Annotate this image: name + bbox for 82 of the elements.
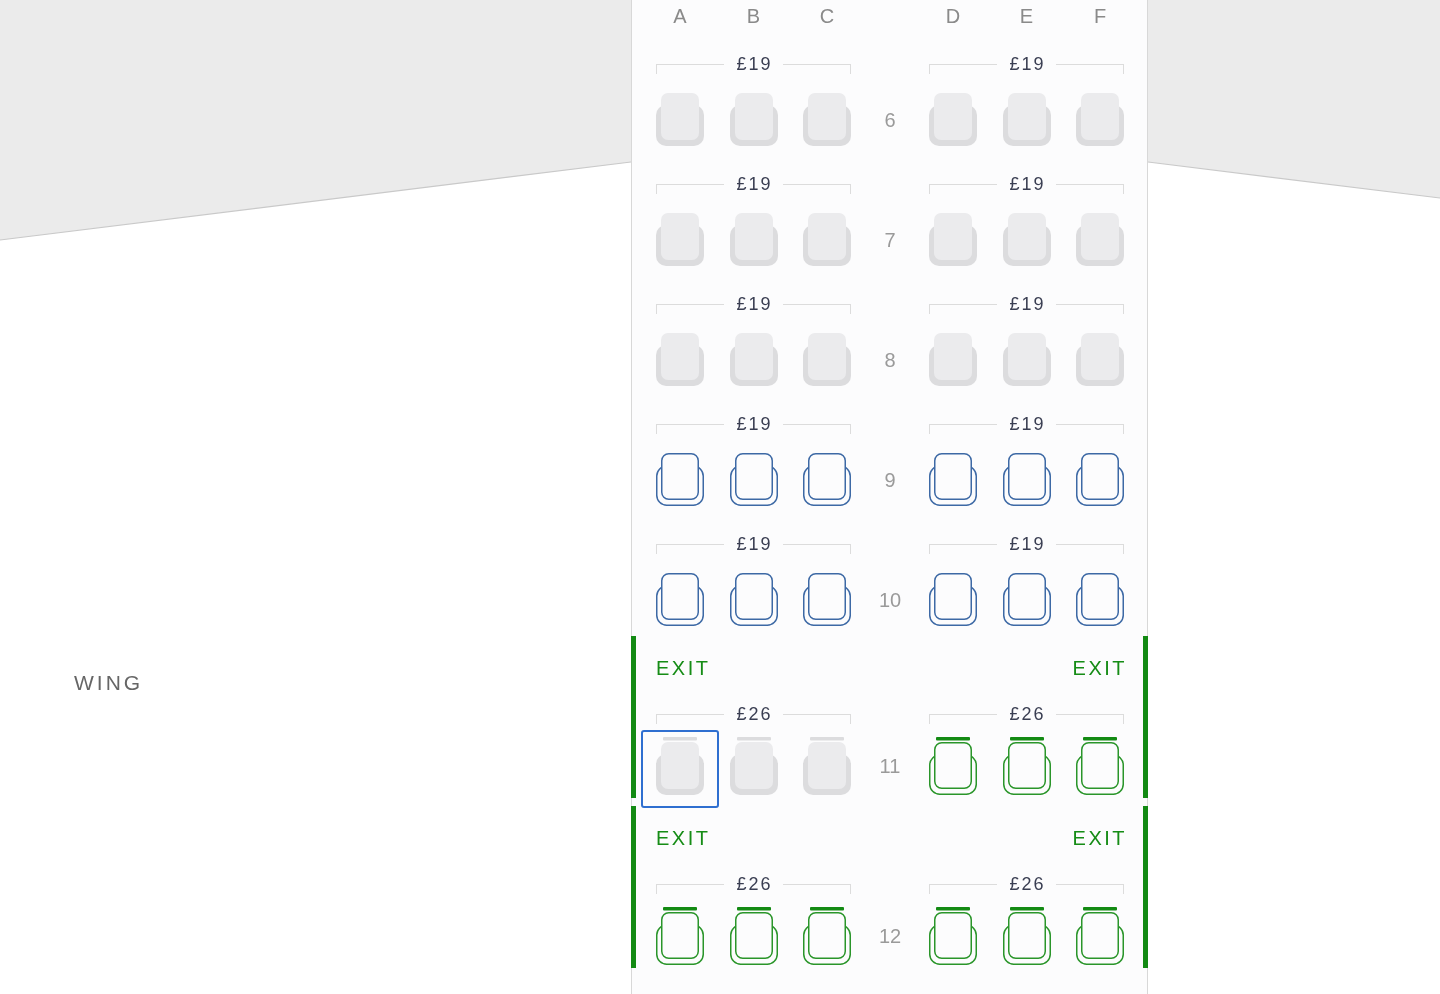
- seat-button[interactable]: [729, 573, 778, 626]
- row-number: 12: [878, 924, 902, 948]
- bracket-line: [929, 64, 998, 74]
- wing-label: WING: [74, 671, 144, 695]
- seat-button[interactable]: [803, 907, 851, 965]
- seat-button[interactable]: [1076, 737, 1124, 795]
- bracket-line: [1055, 424, 1124, 434]
- price-label: £26: [1008, 874, 1047, 894]
- seat-button[interactable]: [656, 907, 704, 965]
- bracket-line: [656, 304, 725, 314]
- row-number: 6: [884, 107, 896, 132]
- seat-button[interactable]: [1076, 453, 1124, 506]
- price-label: £26: [735, 704, 774, 724]
- price-label: £19: [735, 54, 774, 74]
- price-label: £19: [1008, 414, 1047, 434]
- row-number: 9: [884, 467, 896, 492]
- column-letter: C: [818, 4, 836, 29]
- price-label: £19: [1008, 534, 1047, 554]
- price-label: £19: [735, 534, 774, 554]
- price-label: £19: [735, 174, 774, 194]
- seat-button[interactable]: [929, 737, 977, 795]
- column-letter: B: [745, 4, 762, 29]
- seat-button[interactable]: [929, 907, 977, 965]
- bracket-line: [782, 64, 851, 74]
- price-label: £26: [735, 874, 774, 894]
- bracket-line: [656, 424, 725, 434]
- column-letter: F: [1092, 4, 1108, 29]
- bracket-line: [929, 304, 998, 314]
- row-number: 10: [878, 587, 902, 612]
- bracket-line: [929, 184, 998, 194]
- row-number: 8: [884, 347, 896, 372]
- bracket-line: [656, 884, 725, 894]
- bracket-line: [656, 714, 725, 724]
- seat-button[interactable]: [1076, 907, 1124, 965]
- price-label: £19: [1008, 54, 1047, 74]
- bracket-line: [656, 184, 725, 194]
- seat-button[interactable]: [929, 573, 977, 626]
- exit-label: EXIT: [656, 658, 711, 678]
- bracket-line: [1055, 714, 1124, 724]
- bracket-line: [782, 304, 851, 314]
- price-label: £19: [735, 414, 774, 434]
- bracket-line: [782, 544, 851, 554]
- bracket-line: [656, 64, 725, 74]
- exit-label: EXIT: [1072, 658, 1127, 678]
- price-label: £19: [735, 294, 774, 314]
- price-label: £19: [1008, 174, 1047, 194]
- price-label: £19: [1008, 294, 1047, 314]
- seat-button[interactable]: [729, 907, 778, 965]
- bracket-line: [929, 884, 998, 894]
- column-letter: E: [1018, 4, 1035, 29]
- bracket-line: [782, 424, 851, 434]
- seat-button[interactable]: [803, 453, 851, 506]
- column-letter: D: [944, 4, 962, 29]
- seat-button[interactable]: [929, 453, 977, 506]
- bracket-line: [782, 184, 851, 194]
- bracket-line: [782, 714, 851, 724]
- bracket-line: [782, 884, 851, 894]
- bracket-line: [1055, 544, 1124, 554]
- bracket-line: [1055, 304, 1124, 314]
- seat-button[interactable]: [656, 453, 704, 506]
- bracket-line: [929, 544, 998, 554]
- exit-label: EXIT: [1072, 828, 1127, 848]
- seat-button[interactable]: [1002, 453, 1051, 506]
- bracket-line: [929, 424, 998, 434]
- seat-button[interactable]: [729, 453, 778, 506]
- seat-button[interactable]: [1076, 573, 1124, 626]
- bracket-line: [1055, 884, 1124, 894]
- exit-label: EXIT: [656, 828, 711, 848]
- row-number: 11: [879, 754, 901, 778]
- row-number: 7: [884, 227, 896, 252]
- bracket-line: [929, 714, 998, 724]
- bracket-line: [1055, 64, 1124, 74]
- column-letter: A: [672, 4, 688, 29]
- seat-button[interactable]: [1002, 573, 1051, 626]
- seat-button[interactable]: [1002, 907, 1051, 965]
- price-label: £26: [1008, 704, 1047, 724]
- seat-button[interactable]: [803, 573, 851, 626]
- seat-button[interactable]: [641, 730, 719, 808]
- seat-button[interactable]: [1002, 737, 1051, 795]
- bracket-line: [656, 544, 725, 554]
- seat-button[interactable]: [656, 573, 704, 626]
- bracket-line: [1055, 184, 1124, 194]
